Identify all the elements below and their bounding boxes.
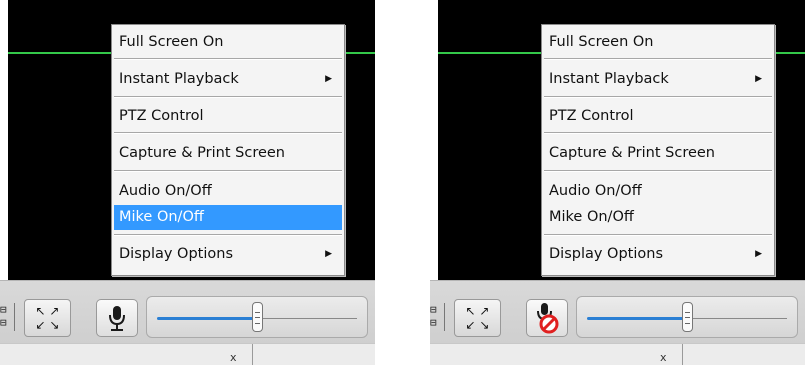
expand-icon-top: ↖ ↗ — [465, 304, 490, 318]
menu-separator — [544, 132, 772, 134]
menu-item-label: PTZ Control — [549, 108, 634, 124]
microphone-button[interactable] — [96, 299, 138, 337]
menu-item-mike-on-off[interactable]: Mike On/Off — [114, 205, 342, 230]
layout-icon[interactable]: ⊟ ⊟ — [0, 303, 15, 331]
menu-item-label: PTZ Control — [119, 108, 204, 124]
layout-icon[interactable]: ⊟ ⊟ — [430, 303, 445, 331]
menu-item-ptz-control[interactable]: PTZ Control — [114, 104, 342, 129]
volume-slider-fill — [587, 317, 687, 320]
volume-slider-track — [257, 318, 357, 319]
menu-separator — [544, 170, 772, 172]
menu-item-label: Capture & Print Screen — [119, 145, 285, 161]
expand-button[interactable]: ↖ ↗ ↙ ↘ — [24, 299, 71, 337]
volume-slider-thumb[interactable] — [682, 302, 693, 332]
expand-icon-top: ↖ ↗ — [35, 304, 60, 318]
context-menu: Full Screen On Instant Playback ▶ PTZ Con… — [111, 24, 345, 276]
expand-icon-bottom: ↙ ↘ — [465, 318, 490, 332]
menu-separator — [114, 96, 342, 98]
close-icon[interactable]: x — [660, 351, 667, 364]
submenu-arrow-icon: ▶ — [755, 249, 762, 259]
menu-item-ptz-control[interactable]: PTZ Control — [544, 104, 772, 129]
expand-button[interactable]: ↖ ↗ ↙ ↘ — [454, 299, 501, 337]
menu-item-audio-on-off[interactable]: Audio On/Off — [544, 179, 772, 204]
volume-slider-fill — [157, 317, 257, 320]
menu-item-label: Mike On/Off — [119, 209, 204, 225]
menu-separator — [114, 58, 342, 60]
menu-item-label: Capture & Print Screen — [549, 145, 715, 161]
menu-item-capture-print-screen[interactable]: Capture & Print Screen — [114, 141, 342, 166]
menu-separator — [544, 96, 772, 98]
menu-item-label: Display Options — [119, 246, 234, 262]
menu-separator — [114, 234, 342, 236]
menu-item-display-options[interactable]: Display Options ▶ — [544, 242, 772, 267]
menu-item-audio-on-off[interactable]: Audio On/Off — [114, 179, 342, 204]
left-panel: Full Screen On Instant Playback ▶ PTZ Con… — [0, 0, 375, 365]
control-toolbar: ⊟ ⊟ ↖ ↗ ↙ ↘ — [0, 280, 375, 343]
menu-separator — [114, 132, 342, 134]
menu-item-full-screen-on[interactable]: Full Screen On — [544, 30, 772, 55]
status-strip: x — [430, 343, 805, 365]
volume-slider-track — [687, 318, 787, 319]
menu-separator — [114, 170, 342, 172]
menu-item-label: Mike On/Off — [549, 209, 634, 225]
volume-slider[interactable] — [146, 296, 368, 338]
menu-item-label: Full Screen On — [119, 34, 224, 50]
menu-item-instant-playback[interactable]: Instant Playback ▶ — [114, 67, 342, 92]
submenu-arrow-icon: ▶ — [755, 74, 762, 84]
layout-glyph: ⊟ — [430, 316, 437, 329]
volume-slider[interactable] — [576, 296, 798, 338]
menu-item-full-screen-on[interactable]: Full Screen On — [114, 30, 342, 55]
status-strip: x — [0, 343, 375, 365]
layout-glyph: ⊟ — [0, 316, 7, 329]
menu-item-instant-playback[interactable]: Instant Playback ▶ — [544, 67, 772, 92]
menu-separator — [544, 58, 772, 60]
control-toolbar: ⊟ ⊟ ↖ ↗ ↙ ↘ — [430, 280, 805, 343]
menu-item-label: Audio On/Off — [119, 183, 212, 199]
status-divider — [682, 344, 683, 365]
menu-item-mike-on-off[interactable]: Mike On/Off — [544, 205, 772, 230]
layout-glyph: ⊟ — [0, 303, 7, 316]
menu-separator — [544, 234, 772, 236]
context-menu: Full Screen On Instant Playback ▶ PTZ Con… — [541, 24, 775, 276]
expand-icon-bottom: ↙ ↘ — [35, 318, 60, 332]
submenu-arrow-icon: ▶ — [325, 249, 332, 259]
menu-item-capture-print-screen[interactable]: Capture & Print Screen — [544, 141, 772, 166]
menu-item-label: Instant Playback — [549, 71, 669, 87]
volume-slider-thumb[interactable] — [252, 302, 263, 332]
submenu-arrow-icon: ▶ — [325, 74, 332, 84]
menu-item-label: Display Options — [549, 246, 664, 262]
layout-glyph: ⊟ — [430, 303, 437, 316]
menu-item-label: Audio On/Off — [549, 183, 642, 199]
microphone-mute-button[interactable] — [526, 299, 568, 337]
menu-item-label: Full Screen On — [549, 34, 654, 50]
menu-item-label: Instant Playback — [119, 71, 239, 87]
microphone-icon — [109, 306, 125, 331]
status-divider — [252, 344, 253, 365]
right-panel: Full Screen On Instant Playback ▶ PTZ Con… — [430, 0, 805, 365]
close-icon[interactable]: x — [230, 351, 237, 364]
microphone-muted-icon — [537, 303, 559, 334]
menu-item-display-options[interactable]: Display Options ▶ — [114, 242, 342, 267]
